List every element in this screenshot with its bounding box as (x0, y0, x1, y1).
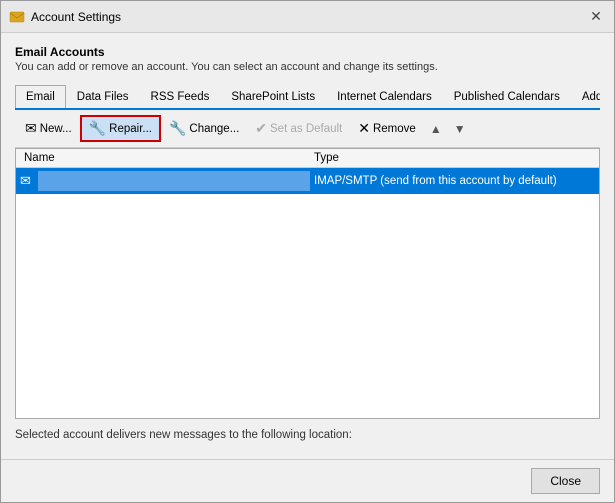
tab-sharepoint-lists[interactable]: SharePoint Lists (220, 85, 326, 110)
change-button[interactable]: 🔧 Change... (161, 116, 247, 141)
remove-label: Remove (373, 123, 416, 135)
tab-data-files[interactable]: Data Files (66, 85, 140, 110)
new-button[interactable]: ✉ New... (17, 116, 80, 141)
repair-button[interactable]: 🔧 Repair... (80, 115, 161, 142)
tab-published-calendars[interactable]: Published Calendars (443, 85, 571, 110)
tab-email[interactable]: Email (15, 85, 66, 110)
account-type: IMAP/SMTP (send from this account by def… (310, 175, 595, 187)
status-text: Selected account delivers new messages t… (15, 429, 352, 441)
dialog-body: Email Accounts You can add or remove an … (1, 33, 614, 459)
account-settings-dialog: Account Settings ✕ Email Accounts You ca… (0, 0, 615, 503)
set-default-label: Set as Default (270, 123, 342, 135)
tab-address-books[interactable]: Address Books (571, 85, 600, 110)
dialog-title: Account Settings (31, 10, 121, 24)
toolbar: ✉ New... 🔧 Repair... 🔧 Change... ✔ Set a… (15, 110, 600, 148)
new-label: New... (40, 123, 72, 135)
dialog-icon (9, 9, 25, 25)
set-default-button[interactable]: ✔ Set as Default (247, 116, 350, 141)
repair-label: Repair... (109, 123, 152, 135)
close-button[interactable]: Close (531, 468, 600, 494)
tab-internet-calendars[interactable]: Internet Calendars (326, 85, 443, 110)
title-bar-left: Account Settings (9, 9, 121, 25)
table-row[interactable]: ✉ IMAP/SMTP (send from this account by d… (16, 168, 599, 194)
section-heading: Email Accounts (15, 45, 600, 59)
account-name (38, 171, 310, 191)
section-description: You can add or remove an account. You ca… (15, 61, 600, 73)
status-area: Selected account delivers new messages t… (15, 419, 600, 449)
new-icon: ✉ (25, 120, 37, 137)
remove-icon: ✕ (358, 120, 370, 137)
tabs-container: Email Data Files RSS Feeds SharePoint Li… (15, 83, 600, 110)
col-header-name: Name (20, 152, 310, 164)
tab-rss-feeds[interactable]: RSS Feeds (140, 85, 221, 110)
dialog-footer: Close (1, 459, 614, 502)
change-icon: 🔧 (169, 120, 186, 137)
close-title-button[interactable]: ✕ (586, 7, 606, 27)
account-icon: ✉ (20, 173, 38, 189)
col-header-type: Type (310, 152, 595, 164)
repair-icon: 🔧 (89, 120, 106, 137)
move-down-button[interactable]: ▼ (448, 118, 472, 140)
list-body: ✉ IMAP/SMTP (send from this account by d… (16, 168, 599, 418)
remove-button[interactable]: ✕ Remove (350, 116, 424, 141)
move-up-button[interactable]: ▲ (424, 118, 448, 140)
title-bar: Account Settings ✕ (1, 1, 614, 33)
accounts-list-area: Name Type ✉ IMAP/SMTP (send from this ac… (15, 148, 600, 419)
list-header: Name Type (16, 149, 599, 168)
set-default-icon: ✔ (255, 120, 267, 137)
change-label: Change... (189, 123, 239, 135)
